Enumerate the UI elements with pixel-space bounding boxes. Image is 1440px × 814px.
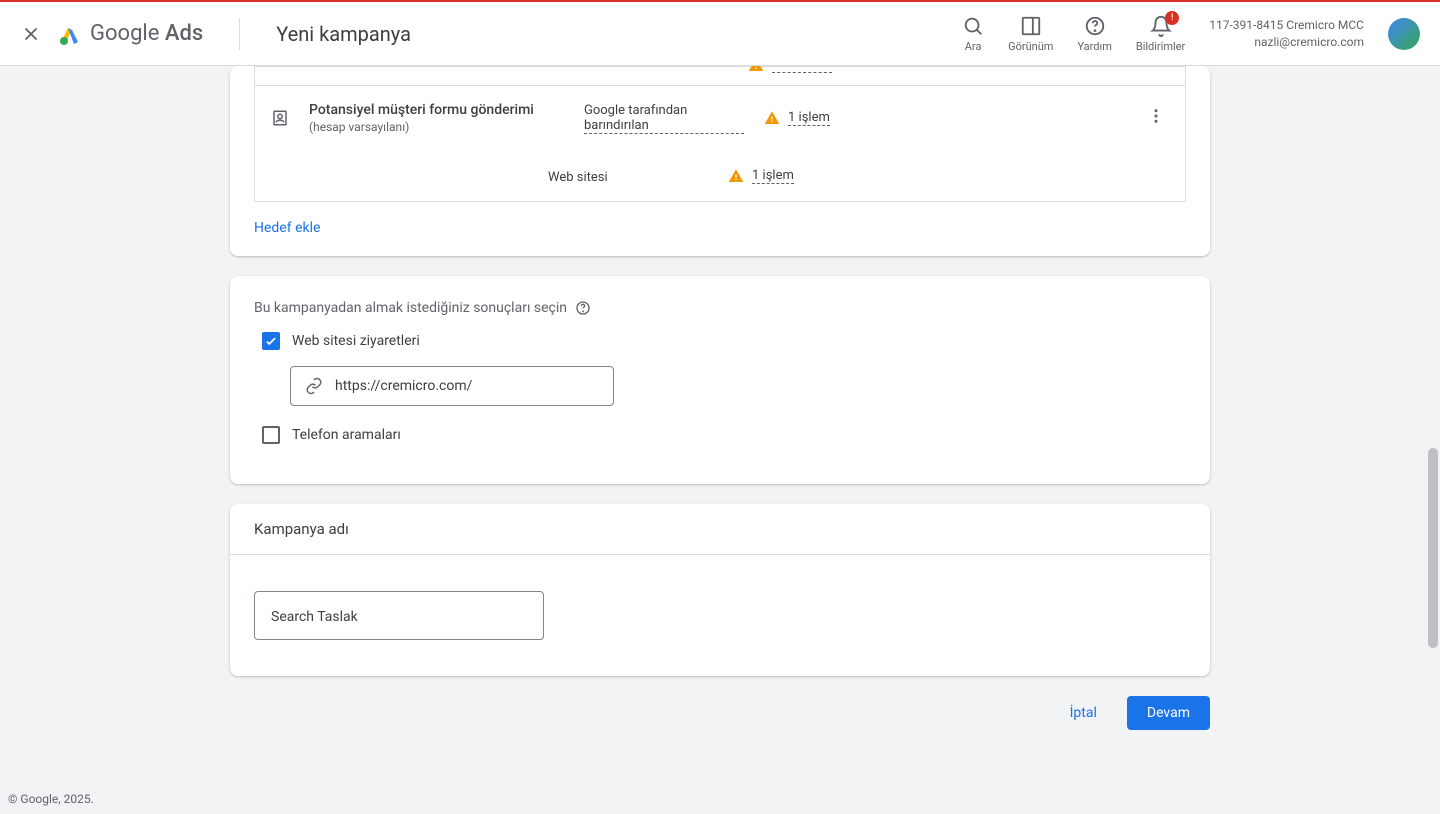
warning-icon: [748, 66, 764, 73]
add-goal-link[interactable]: Hedef ekle: [230, 202, 344, 236]
warning-icon: [728, 168, 744, 184]
url-input[interactable]: [335, 378, 599, 394]
warning-icon: [764, 110, 780, 126]
notification-badge: !: [1165, 11, 1179, 25]
close-button[interactable]: [20, 23, 42, 45]
goal-default-label: (hesap varsayılanı): [309, 120, 564, 134]
goal-row-lead-form: Potansiyel müşteri formu gönderimi (hesa…: [254, 86, 1186, 202]
notifications-button[interactable]: ! Bildirimler: [1136, 15, 1185, 53]
account-info: 117-391-8415 Cremicro MCC nazli@cremicro…: [1209, 17, 1364, 51]
search-icon: [962, 15, 984, 37]
header: Google Ads Yeni kampanya Ara Görünüm Yar…: [0, 0, 1440, 66]
header-right: Ara Görünüm Yardım ! Bildirimler 117-391…: [962, 15, 1420, 53]
footer: © Google, 2025.: [0, 784, 1440, 814]
goal-row-partial: - - - - - -: [254, 66, 1186, 86]
account-id-line: 117-391-8415 Cremicro MCC: [1209, 17, 1364, 34]
website-visits-checkbox[interactable]: [262, 332, 280, 350]
continue-button[interactable]: Devam: [1127, 696, 1210, 730]
search-label: Ara: [965, 40, 982, 53]
partial-action-text: - - - - - -: [772, 66, 832, 73]
results-section-label: Bu kampanyadan almak istediğiniz sonuçla…: [254, 300, 1186, 316]
link-icon: [305, 377, 323, 395]
help-button[interactable]: Yardım: [1077, 15, 1111, 53]
header-divider: [239, 18, 240, 50]
help-icon: [1084, 15, 1106, 37]
scrollbar-thumb[interactable]: [1428, 448, 1438, 648]
goal-action-count[interactable]: 1 işlem: [752, 168, 794, 184]
notifications-label: Bildirimler: [1136, 40, 1185, 53]
content-area: - - - - - - Potansiyel müşteri formu gön…: [0, 66, 1440, 780]
account-email-line: nazli@cremicro.com: [1209, 34, 1364, 51]
campaign-name-input[interactable]: [271, 609, 527, 625]
goal-row-menu[interactable]: [1143, 66, 1169, 73]
buttons-row: İptal Devam: [230, 696, 1210, 750]
scrollbar-track[interactable]: [1426, 68, 1440, 780]
help-label: Yardım: [1077, 40, 1111, 53]
website-visits-row: Web sitesi ziyaretleri: [262, 332, 1186, 350]
lead-form-icon: [271, 109, 289, 127]
phone-calls-label: Telefon aramaları: [292, 427, 401, 443]
close-icon: [20, 23, 42, 45]
check-icon: [264, 334, 278, 348]
help-circle-icon[interactable]: [575, 300, 591, 316]
phone-calls-checkbox[interactable]: [262, 426, 280, 444]
campaign-name-input-container[interactable]: [254, 591, 544, 640]
website-visits-label: Web sitesi ziyaretleri: [292, 333, 420, 349]
logo-area: Google Ads: [58, 21, 203, 46]
search-button[interactable]: Ara: [962, 15, 984, 53]
cancel-button[interactable]: İptal: [1050, 696, 1117, 730]
copyright-text: © Google, 2025.: [8, 792, 94, 806]
view-icon: [1020, 15, 1042, 37]
view-button[interactable]: Görünüm: [1008, 15, 1053, 53]
goal-source-google-hosted[interactable]: Google tarafından barındırılan: [584, 103, 744, 134]
page-title: Yeni kampanya: [276, 22, 411, 46]
goal-name: Potansiyel müşteri formu gönderimi: [309, 102, 564, 118]
results-card: Bu kampanyadan almak istediğiniz sonuçla…: [230, 276, 1210, 484]
goal-sub-row-website: Web sitesi 1 işlem: [548, 150, 1185, 201]
campaign-name-title: Kampanya adı: [254, 520, 1186, 538]
url-input-container[interactable]: [290, 366, 614, 406]
goal-source-website: Web sitesi: [548, 170, 608, 185]
brand-text: Google Ads: [90, 21, 203, 46]
view-label: Görünüm: [1008, 40, 1053, 53]
campaign-name-card: Kampanya adı: [230, 504, 1210, 676]
avatar[interactable]: [1388, 18, 1420, 50]
phone-calls-row: Telefon aramaları: [262, 426, 1186, 444]
goal-row-menu[interactable]: [1143, 103, 1169, 133]
goal-action-count[interactable]: 1 işlem: [788, 110, 830, 126]
campaign-name-header: Kampanya adı: [230, 504, 1210, 555]
header-left: Google Ads Yeni kampanya: [20, 18, 411, 50]
google-ads-logo-icon: [58, 22, 82, 46]
more-vert-icon: [1147, 107, 1165, 125]
goals-card: - - - - - - Potansiyel müşteri formu gön…: [230, 66, 1210, 256]
